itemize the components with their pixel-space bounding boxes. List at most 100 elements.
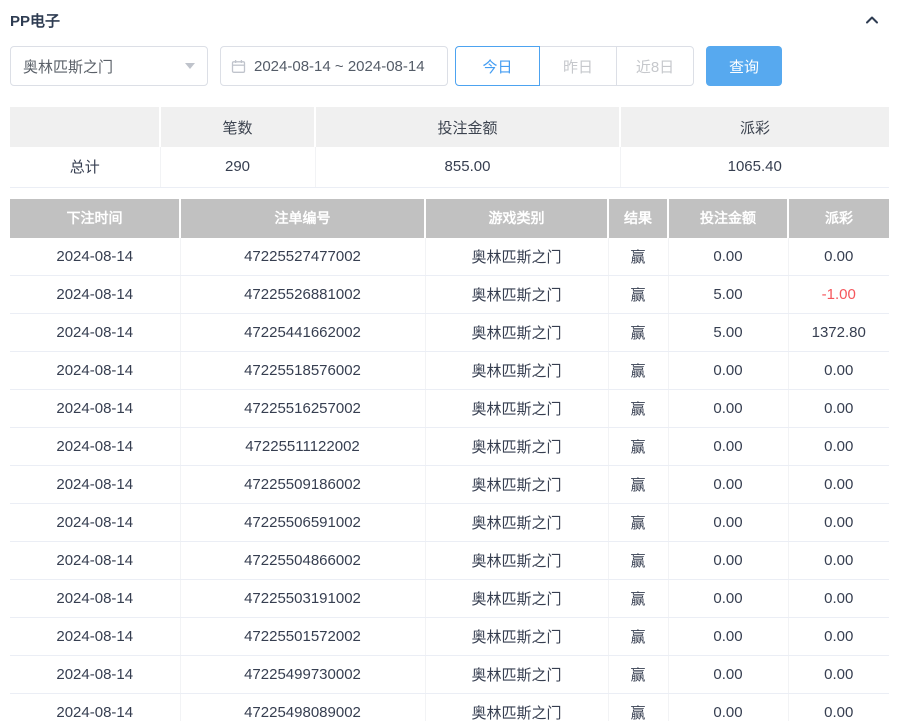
cell-game-type: 奥林匹斯之门 — [425, 542, 608, 580]
cell-game-type: 奥林匹斯之门 — [425, 428, 608, 466]
cell-game-type: 奥林匹斯之门 — [425, 694, 608, 721]
cell-game-type: 奥林匹斯之门 — [425, 466, 608, 504]
cell-bet-time: 2024-08-14 — [10, 618, 180, 656]
cell-bet-time: 2024-08-14 — [10, 238, 180, 276]
col-bet-time: 下注时间 — [10, 199, 180, 238]
cell-payout: -1.00 — [788, 276, 889, 314]
cell-game-type: 奥林匹斯之门 — [425, 390, 608, 428]
table-row: 2024-08-1447225441662002奥林匹斯之门赢5.001372.… — [10, 314, 889, 352]
table-row: 2024-08-1447225499730002奥林匹斯之门赢0.000.00 — [10, 656, 889, 694]
cell-payout: 1372.80 — [788, 314, 889, 352]
cell-bet-amount: 5.00 — [668, 276, 788, 314]
cell-bet-amount: 0.00 — [668, 466, 788, 504]
cell-bet-amount: 5.00 — [668, 314, 788, 352]
page-title: PP电子 — [10, 10, 60, 31]
col-result: 结果 — [608, 199, 668, 238]
cell-bet-time: 2024-08-14 — [10, 428, 180, 466]
cell-game-type: 奥林匹斯之门 — [425, 656, 608, 694]
cell-result: 赢 — [608, 694, 668, 721]
query-button[interactable]: 查询 — [706, 46, 782, 86]
cell-game-type: 奥林匹斯之门 — [425, 580, 608, 618]
pp-electronic-panel: PP电子 奥林匹斯之门 2024-08-14 ~ 2024-08-14 今日昨日… — [0, 0, 899, 721]
game-select[interactable]: 奥林匹斯之门 — [10, 46, 208, 86]
cell-result: 赢 — [608, 276, 668, 314]
cell-bet-id: 47225509186002 — [180, 466, 425, 504]
table-row: 2024-08-1447225498089002奥林匹斯之门赢0.000.00 — [10, 694, 889, 721]
summary-total-count: 290 — [160, 147, 315, 187]
cell-bet-id: 47225518576002 — [180, 352, 425, 390]
cell-bet-amount: 0.00 — [668, 504, 788, 542]
cell-payout: 0.00 — [788, 656, 889, 694]
table-row: 2024-08-1447225501572002奥林匹斯之门赢0.000.00 — [10, 618, 889, 656]
filter-bar: 奥林匹斯之门 2024-08-14 ~ 2024-08-14 今日昨日近8日 查… — [10, 46, 889, 86]
cell-bet-time: 2024-08-14 — [10, 504, 180, 542]
cell-result: 赢 — [608, 542, 668, 580]
date-quick-filter-group: 今日昨日近8日 — [455, 46, 694, 86]
bet-records-header-row: 下注时间 注单编号 游戏类别 结果 投注金额 派彩 — [10, 199, 889, 238]
cell-bet-amount: 0.00 — [668, 238, 788, 276]
cell-bet-amount: 0.00 — [668, 542, 788, 580]
quick-filter-button-1[interactable]: 昨日 — [539, 46, 617, 86]
cell-result: 赢 — [608, 428, 668, 466]
cell-bet-id: 47225499730002 — [180, 656, 425, 694]
cell-bet-id: 47225441662002 — [180, 314, 425, 352]
cell-bet-id: 47225501572002 — [180, 618, 425, 656]
cell-result: 赢 — [608, 390, 668, 428]
game-select-value: 奥林匹斯之门 — [23, 56, 113, 77]
summary-total-label: 总计 — [10, 147, 160, 187]
quick-filter-button-0[interactable]: 今日 — [455, 46, 540, 86]
summary-col-blank — [10, 107, 160, 147]
cell-result: 赢 — [608, 238, 668, 276]
cell-payout: 0.00 — [788, 504, 889, 542]
table-row: 2024-08-1447225527477002奥林匹斯之门赢0.000.00 — [10, 238, 889, 276]
date-range-value: 2024-08-14 ~ 2024-08-14 — [254, 58, 425, 75]
chevron-down-icon — [185, 63, 195, 69]
table-row: 2024-08-1447225518576002奥林匹斯之门赢0.000.00 — [10, 352, 889, 390]
cell-bet-id: 47225503191002 — [180, 580, 425, 618]
cell-payout: 0.00 — [788, 428, 889, 466]
cell-bet-time: 2024-08-14 — [10, 542, 180, 580]
calendar-icon — [231, 59, 246, 74]
cell-payout: 0.00 — [788, 238, 889, 276]
cell-result: 赢 — [608, 314, 668, 352]
table-row: 2024-08-1447225509186002奥林匹斯之门赢0.000.00 — [10, 466, 889, 504]
cell-bet-id: 47225516257002 — [180, 390, 425, 428]
cell-bet-id: 47225526881002 — [180, 276, 425, 314]
cell-payout: 0.00 — [788, 466, 889, 504]
cell-game-type: 奥林匹斯之门 — [425, 352, 608, 390]
cell-bet-time: 2024-08-14 — [10, 390, 180, 428]
summary-total-payout: 1065.40 — [620, 147, 889, 187]
table-row: 2024-08-1447225516257002奥林匹斯之门赢0.000.00 — [10, 390, 889, 428]
cell-bet-id: 47225511122002 — [180, 428, 425, 466]
cell-payout: 0.00 — [788, 618, 889, 656]
cell-bet-time: 2024-08-14 — [10, 656, 180, 694]
summary-col-count: 笔数 — [160, 107, 315, 147]
cell-bet-amount: 0.00 — [668, 618, 788, 656]
cell-bet-id: 47225498089002 — [180, 694, 425, 721]
cell-bet-id: 47225504866002 — [180, 542, 425, 580]
cell-payout: 0.00 — [788, 542, 889, 580]
cell-result: 赢 — [608, 656, 668, 694]
table-row: 2024-08-1447225511122002奥林匹斯之门赢0.000.00 — [10, 428, 889, 466]
cell-bet-amount: 0.00 — [668, 580, 788, 618]
col-bet-amount: 投注金额 — [668, 199, 788, 238]
cell-bet-amount: 0.00 — [668, 390, 788, 428]
cell-payout: 0.00 — [788, 694, 889, 721]
summary-header-row: 笔数 投注金额 派彩 — [10, 107, 889, 147]
table-row: 2024-08-1447225506591002奥林匹斯之门赢0.000.00 — [10, 504, 889, 542]
table-row: 2024-08-1447225526881002奥林匹斯之门赢5.00-1.00 — [10, 276, 889, 314]
cell-bet-time: 2024-08-14 — [10, 276, 180, 314]
quick-filter-button-2[interactable]: 近8日 — [616, 46, 694, 86]
col-bet-id: 注单编号 — [180, 199, 425, 238]
table-row: 2024-08-1447225503191002奥林匹斯之门赢0.000.00 — [10, 580, 889, 618]
date-range-picker[interactable]: 2024-08-14 ~ 2024-08-14 — [220, 46, 448, 86]
cell-game-type: 奥林匹斯之门 — [425, 618, 608, 656]
cell-bet-amount: 0.00 — [668, 352, 788, 390]
cell-result: 赢 — [608, 352, 668, 390]
col-payout: 派彩 — [788, 199, 889, 238]
cell-game-type: 奥林匹斯之门 — [425, 238, 608, 276]
cell-game-type: 奥林匹斯之门 — [425, 314, 608, 352]
collapse-panel-button[interactable] — [861, 9, 883, 31]
panel-header: PP电子 — [10, 8, 889, 32]
cell-payout: 0.00 — [788, 390, 889, 428]
